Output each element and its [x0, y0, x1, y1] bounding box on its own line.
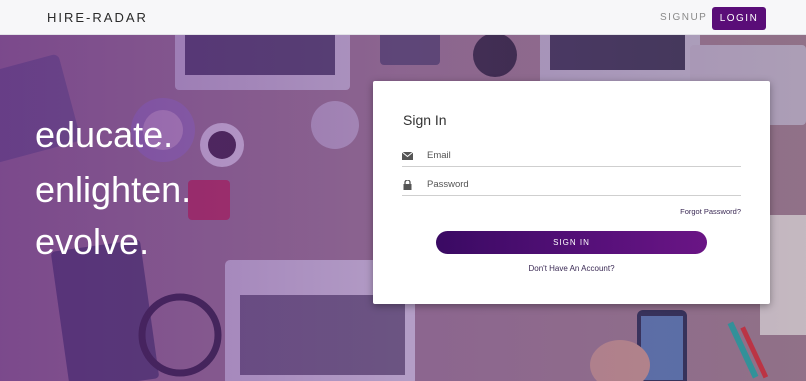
envelope-icon — [402, 151, 414, 160]
email-placeholder: Email — [427, 150, 451, 161]
password-field[interactable]: Password — [402, 176, 741, 196]
brand-logo[interactable]: HIRE-RADAR — [47, 10, 148, 25]
signin-card: Sign In Email Password Forgot Password? … — [373, 81, 770, 304]
tagline-enlighten: enlighten. — [35, 169, 192, 210]
signin-title: Sign In — [403, 112, 447, 128]
signup-link[interactable]: SIGNUP — [660, 12, 707, 23]
tagline-evolve: evolve. — [35, 221, 150, 262]
login-button[interactable]: LOGIN — [712, 7, 766, 30]
top-navbar: HIRE-RADAR SIGNUP LOGIN — [0, 0, 806, 35]
tagline-educate: educate. — [35, 114, 174, 155]
forgot-password-link[interactable]: Forgot Password? — [680, 207, 741, 216]
signin-button[interactable]: SIGN IN — [436, 231, 707, 254]
no-account-link[interactable]: Don't Have An Account? — [373, 264, 770, 273]
password-placeholder: Password — [427, 179, 469, 190]
lock-icon — [403, 180, 412, 190]
email-field[interactable]: Email — [402, 147, 741, 167]
